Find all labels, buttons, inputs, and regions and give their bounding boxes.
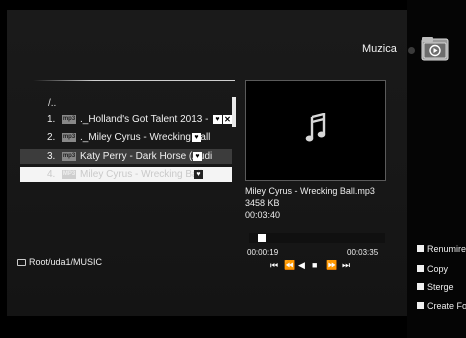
item-index: 4.: [47, 169, 56, 180]
list-item[interactable]: 1. mp3 ._Holland's Got Talent 2013 - ♥ ✕: [20, 112, 232, 127]
fast-forward-icon[interactable]: ⏩: [326, 260, 337, 271]
skip-back-icon[interactable]: ⏮: [270, 260, 278, 271]
list-item[interactable]: 2. mp3 ._Miley Cyrus - Wrecking Ball ♥: [20, 130, 232, 145]
progress-bar[interactable]: [249, 233, 385, 243]
progress-knob[interactable]: [258, 234, 266, 242]
item-name: ._Miley Cyrus - Wrecking Ball: [80, 132, 211, 143]
elapsed-time: 00:00:19: [247, 248, 279, 257]
stop-icon[interactable]: ■: [312, 260, 317, 270]
item-index: 1.: [47, 114, 56, 125]
list-item[interactable]: 4. MP3 Miley Cyrus - Wrecking Ball ♥: [20, 167, 232, 182]
music-note-icon: [305, 113, 326, 142]
music-folder-icon: [421, 37, 449, 61]
list-scrollbar[interactable]: [232, 97, 236, 127]
mp3-icon: mp3: [62, 133, 76, 142]
media-player-screen: Muzica /.. 1. mp3 ._Holland's Got Talent…: [0, 0, 466, 338]
total-time: 00:03:35: [347, 248, 379, 257]
delete-mark-icon: ✕: [223, 115, 232, 124]
heart-icon: ♥: [192, 133, 201, 142]
mp3-icon: mp3: [62, 115, 76, 124]
parent-directory[interactable]: /..: [48, 98, 56, 109]
rewind-icon[interactable]: ⏪: [284, 260, 295, 271]
item-name: ._Holland's Got Talent 2013 -: [80, 114, 209, 125]
list-item[interactable]: 3. mp3 Katy Perry - Dark Horse (Audi ♥: [20, 149, 232, 164]
title-bullet: [408, 47, 415, 54]
item-index: 3.: [47, 151, 56, 162]
menu-bullet-icon: [417, 265, 424, 272]
track-size: 3458 KB: [245, 198, 280, 208]
menu-bullet-icon: [417, 302, 424, 309]
prev-icon[interactable]: ◀: [298, 260, 305, 271]
mp3-icon: mp3: [62, 152, 76, 161]
heart-icon: ♥: [213, 115, 222, 124]
item-name: Miley Cyrus - Wrecking Ball: [80, 169, 203, 180]
heart-icon: ♥: [194, 170, 203, 179]
skip-forward-icon[interactable]: ⏭: [342, 260, 350, 271]
menu-bullet-icon: [417, 283, 424, 290]
current-path: Root/uda1/MUSIC: [29, 257, 103, 267]
track-duration: 00:03:40: [245, 210, 281, 220]
heart-icon: ♥: [193, 152, 202, 161]
mp3-icon: MP3: [62, 170, 76, 179]
header-divider: [33, 80, 235, 81]
page-title: Muzica: [362, 43, 397, 55]
menu-bullet-icon: [417, 245, 424, 252]
track-filename: Miley Cyrus - Wrecking Ball.mp3: [245, 186, 375, 196]
item-index: 2.: [47, 132, 56, 143]
usb-drive-icon: [17, 259, 26, 266]
